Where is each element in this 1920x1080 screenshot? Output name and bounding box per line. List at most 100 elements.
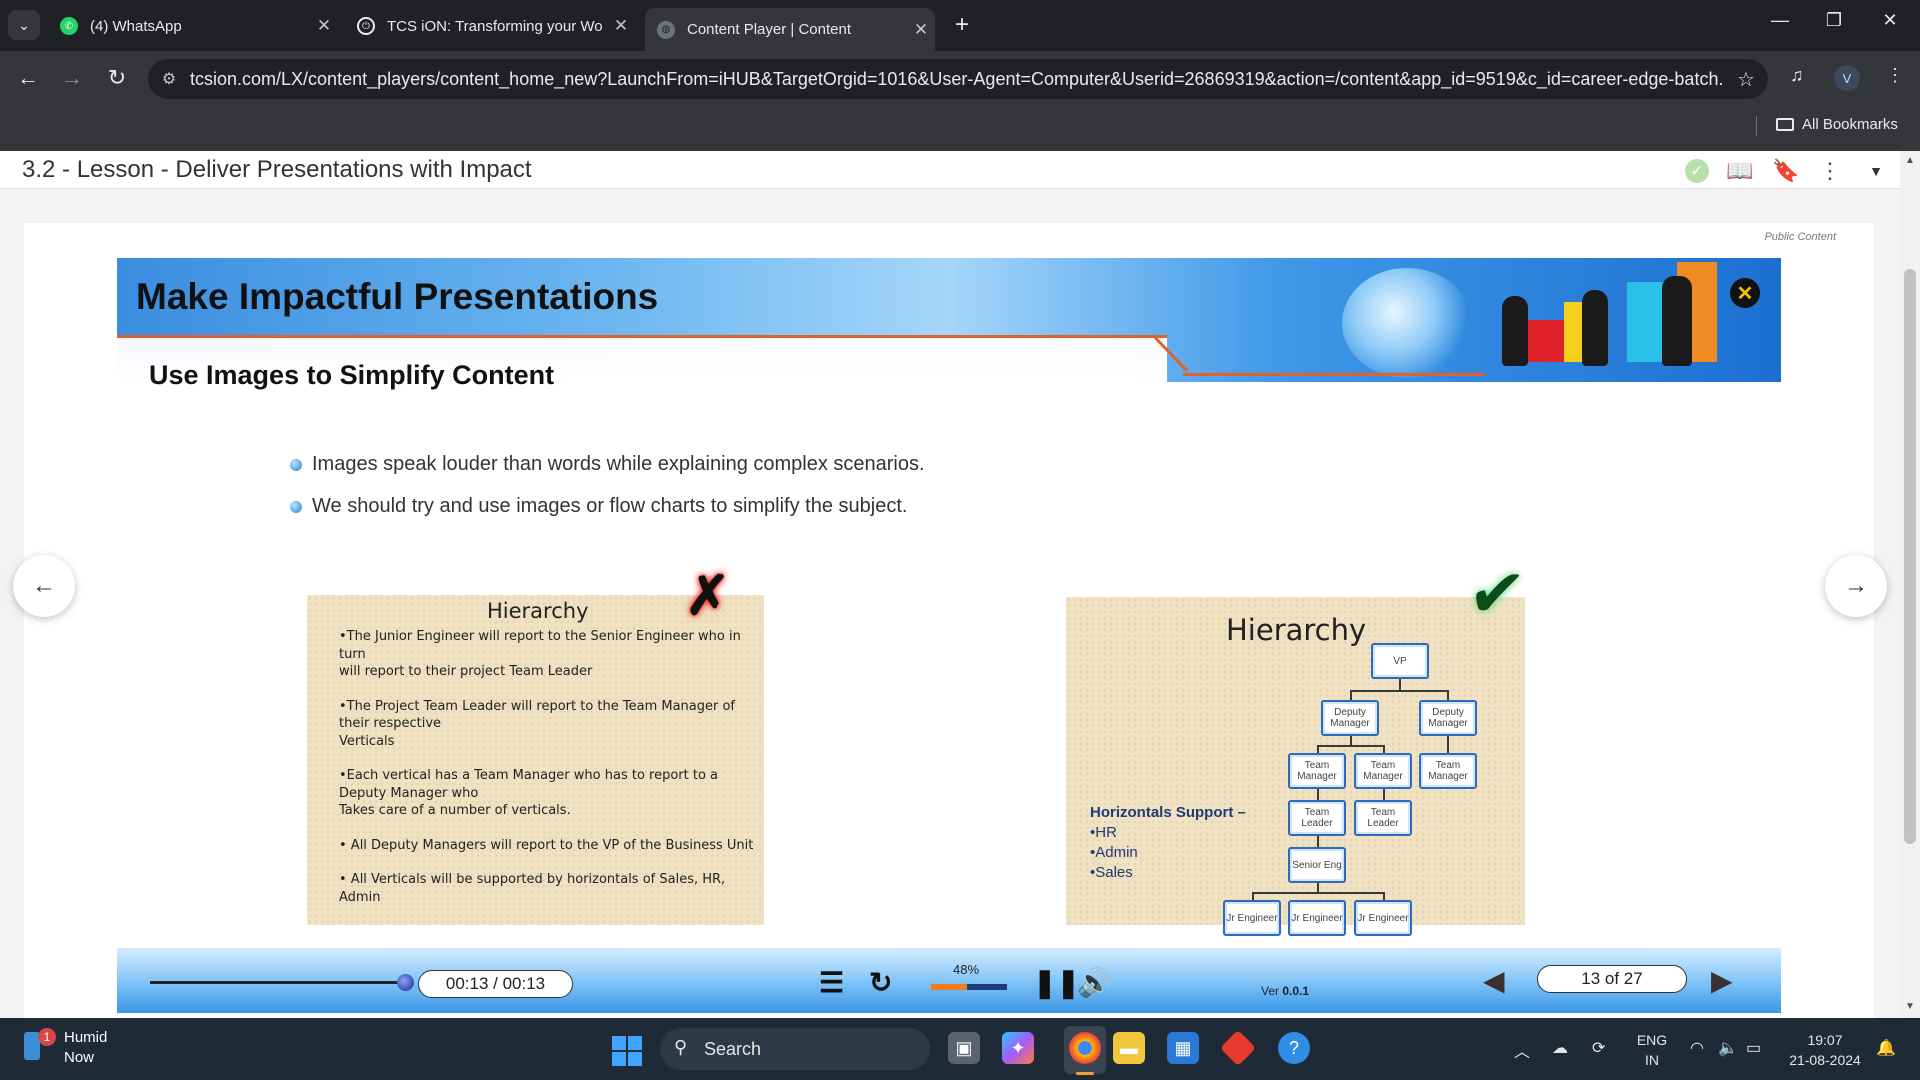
minimize-icon[interactable]: — [1760, 10, 1800, 31]
forward-icon[interactable]: → [58, 65, 86, 91]
restore-icon[interactable]: ❐ [1814, 10, 1854, 31]
scroll-up-icon[interactable]: ▲ [1905, 155, 1915, 166]
show-hidden-icons[interactable]: ︿ [1514, 1038, 1530, 1062]
tab-strip: ⌄ ✆ (4) WhatsApp ✕ ⏻ TCS iON: Transformi… [0, 0, 1920, 51]
connector-line [1252, 892, 1383, 894]
start-icon[interactable] [612, 1036, 642, 1066]
previous-slide-icon[interactable]: ◀ [1483, 964, 1505, 997]
slide-title: Make Impactful Presentations [136, 276, 659, 317]
previous-arrow-button[interactable]: ← [13, 555, 75, 617]
store-icon[interactable]: ▦ [1167, 1032, 1199, 1064]
close-window-icon[interactable]: ✕ [1870, 10, 1910, 31]
taskbar-search[interactable]: ⚲ Search [660, 1028, 930, 1070]
notification-bell-icon[interactable]: 🔔 [1876, 1038, 1896, 1058]
url-text[interactable]: tcsion.com/LX/content_players/content_ho… [190, 69, 1724, 90]
scroll-down-icon[interactable]: ▼ [1905, 1001, 1915, 1012]
clock-time: 19:07 [1807, 1032, 1843, 1048]
seek-handle[interactable] [397, 974, 414, 991]
org-node-team-leader: Team Leader [1354, 800, 1412, 836]
clock[interactable]: 19:07 21-08-2024 [1780, 1030, 1870, 1070]
connector-line [1383, 892, 1385, 900]
close-icon[interactable]: ✕ [1730, 278, 1760, 308]
tab-whatsapp[interactable]: ✆ (4) WhatsApp ✕ [48, 8, 338, 44]
task-view-icon[interactable]: ▣ [948, 1032, 980, 1064]
active-indicator [1076, 1072, 1094, 1075]
chrome-icon[interactable] [1069, 1032, 1101, 1064]
volume-icon[interactable]: 🔈 [1718, 1038, 1738, 1058]
pause-icon[interactable]: ❚❚ [1033, 966, 1080, 999]
windows-taskbar: 1 Humid Now ⚲ Search ▣ ✦ ▬ ▦ ? ︿ ☁ ⟳ ENG… [0, 1018, 1920, 1080]
reload-icon[interactable]: ↻ [103, 65, 131, 91]
region-label: IN [1645, 1052, 1659, 1068]
hierarchy-text: •The Junior Engineer will report to the … [339, 628, 759, 923]
menu-list-icon[interactable]: ☰ [819, 966, 844, 999]
sync-icon[interactable]: ⟳ [1592, 1038, 1605, 1058]
scroll-thumb[interactable] [1904, 269, 1916, 844]
copilot-icon[interactable]: ✦ [1002, 1032, 1034, 1064]
image-title: Hierarchy [1226, 613, 1367, 647]
close-tab-icon[interactable]: ✕ [607, 16, 635, 36]
volume-level [931, 984, 968, 990]
battery-icon[interactable]: ▭ [1746, 1038, 1761, 1058]
address-bar[interactable]: ⚙ tcsion.com/LX/content_players/content_… [148, 59, 1768, 99]
org-node-team-manager: Team Manager [1419, 753, 1477, 789]
banner-line [117, 335, 1167, 338]
media-control-icon[interactable]: ♫ [1790, 65, 1804, 86]
horizontals-support: Horizontals Support – •HR •Admin •Sales [1090, 803, 1246, 883]
version-label: Ver 0.0.1 [1261, 984, 1309, 998]
tab-title: TCS iON: Transforming your Wo [387, 17, 603, 35]
site-info-icon[interactable]: ⚙ [148, 69, 190, 89]
dropdown-icon[interactable]: ▼ [1862, 157, 1890, 185]
image-title: Hierarchy [487, 599, 589, 623]
volume-slider[interactable] [931, 984, 1007, 990]
cross-mark-icon: ✗ [685, 566, 731, 626]
next-arrow-button[interactable]: → [1825, 555, 1887, 617]
divider [1756, 116, 1757, 136]
bookmark-icon[interactable]: 🔖 [1772, 157, 1800, 185]
back-icon[interactable]: ← [14, 65, 42, 91]
language-indicator[interactable]: ENG IN [1636, 1030, 1668, 1070]
profile-avatar[interactable]: V [1834, 65, 1860, 91]
wifi-icon[interactable]: ◠ [1690, 1038, 1704, 1058]
org-node-junior: Jr Engineer [1354, 900, 1412, 936]
page-title: 3.2 - Lesson - Deliver Presentations wit… [22, 156, 532, 183]
connector-line [1350, 690, 1352, 700]
app-icon[interactable] [1219, 1029, 1257, 1067]
tab-search-button[interactable]: ⌄ [8, 10, 40, 40]
all-bookmarks-button[interactable]: All Bookmarks [1776, 116, 1898, 133]
support-item: •Sales [1090, 864, 1133, 881]
bar-graphic [1627, 282, 1667, 362]
connector-line [1317, 745, 1383, 747]
menu-kebab-icon[interactable]: ⋮ [1886, 65, 1904, 86]
replay-icon[interactable]: ↻ [869, 966, 892, 999]
tab-tcs-ion[interactable]: ⏻ TCS iON: Transforming your Wo ✕ [345, 8, 635, 44]
next-slide-icon[interactable]: ▶ [1711, 964, 1733, 997]
connector-line [1317, 789, 1319, 800]
weather-widget[interactable]: Humid Now [64, 1028, 107, 1068]
public-content-label: Public Content [1764, 231, 1836, 243]
bookmarks-bar: All Bookmarks [0, 106, 1920, 151]
close-tab-icon[interactable]: ✕ [907, 20, 935, 40]
bookmark-star-icon[interactable]: ☆ [1724, 67, 1768, 92]
seek-bar[interactable] [150, 981, 405, 984]
walking-person-graphic [1502, 296, 1528, 366]
more-options-icon[interactable]: ⋮ [1816, 157, 1844, 185]
tab-title: Content Player | Content [687, 21, 851, 38]
bullet-text: Images speak louder than words while exp… [312, 453, 925, 475]
support-title: Horizontals Support – [1090, 804, 1246, 821]
tab-content-player[interactable]: ◍ Content Player | Content ✕ [645, 8, 935, 51]
org-node-team-manager: Team Manager [1354, 753, 1412, 789]
time-display: 00:13 / 00:13 [418, 970, 573, 998]
file-explorer-icon[interactable]: ▬ [1113, 1032, 1145, 1064]
connector-line [1317, 836, 1319, 847]
close-tab-icon[interactable]: ✕ [310, 16, 338, 36]
page-scrollbar[interactable]: ▲ ▼ [1900, 151, 1920, 1018]
help-icon[interactable]: ? [1278, 1032, 1310, 1064]
book-icon[interactable]: 📖 [1726, 157, 1754, 185]
tcs-ion-icon: ⏻ [357, 17, 375, 35]
new-tab-button[interactable]: + [948, 11, 976, 39]
org-node-deputy: Deputy Manager [1321, 700, 1379, 736]
version-prefix: Ver [1261, 984, 1283, 998]
speaker-icon[interactable]: 🔊 [1077, 966, 1112, 999]
onedrive-icon[interactable]: ☁ [1552, 1038, 1568, 1058]
